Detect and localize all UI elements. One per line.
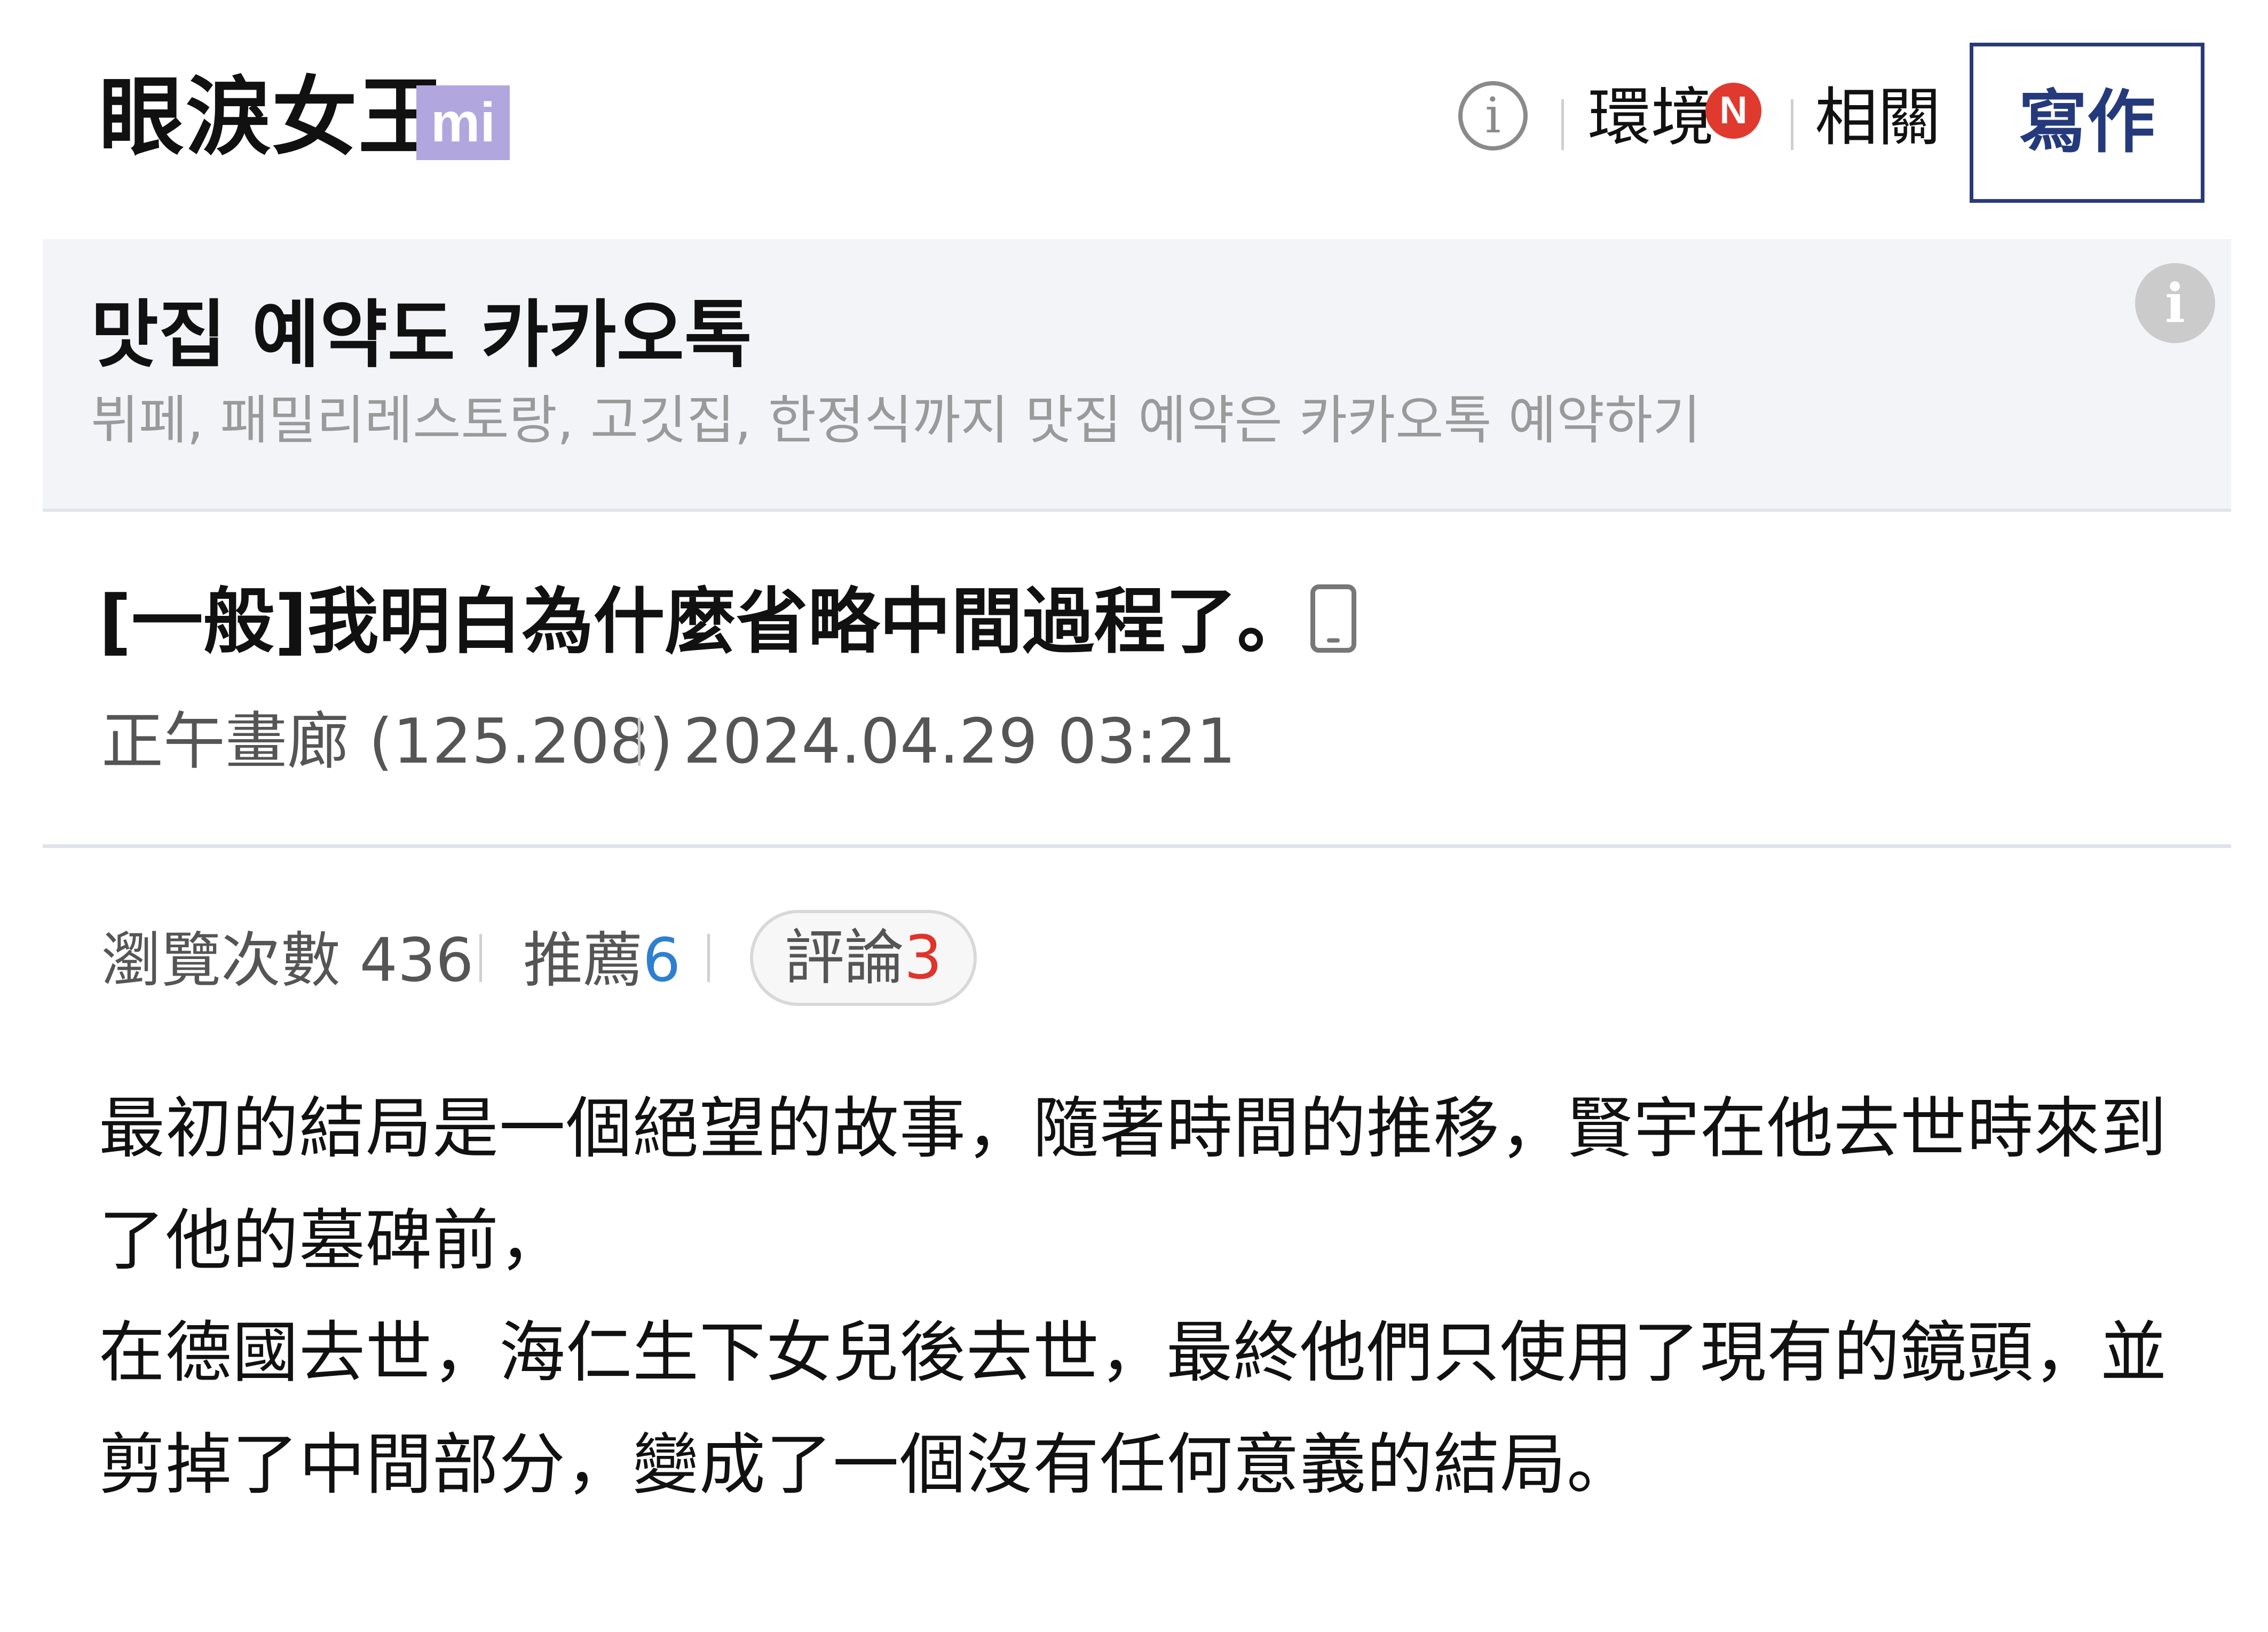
separator xyxy=(1791,99,1793,150)
divider xyxy=(43,844,2231,848)
separator xyxy=(638,718,641,766)
mi-badge: mi xyxy=(416,85,510,160)
recommend-label: 推薦 xyxy=(523,926,643,995)
comments-button[interactable]: 評論3 xyxy=(750,910,977,1006)
recommend-stat: 推薦6 xyxy=(523,918,681,1003)
info-icon[interactable]: i xyxy=(1458,81,1528,150)
ad-subtitle[interactable]: 뷔페, 패밀리레스토랑, 고깃집, 한정식까지 맛집 예약은 카카오톡 예약하기 xyxy=(91,383,1701,458)
ad-title[interactable]: 맛집 예약도 카카오톡 xyxy=(91,287,752,383)
new-badge: N xyxy=(1705,83,1761,139)
post-paragraph: 最初的結局是一個絕望的故事，隨著時間的推移，賢宇在他去世時來到了他的墓碑前， xyxy=(99,1090,2168,1279)
write-button[interactable]: 寫作 xyxy=(1970,43,2204,203)
gallery-header: 眼淚女王 mi i 環境 N 相關 寫作 xyxy=(0,0,2268,235)
environment-link[interactable]: 環境 xyxy=(1588,75,1714,160)
post-datetime: 2024.04.29 03:21 xyxy=(683,706,1236,778)
view-count: 瀏覽次數 436 xyxy=(101,926,474,995)
ad-banner[interactable]: 맛집 예약도 카카오톡 뷔페, 패밀리레스토랑, 고깃집, 한정식까지 맛집 예… xyxy=(43,239,2231,512)
separator xyxy=(707,934,710,982)
post-paragraph: 在德國去世，海仁生下女兒後去世，最終他們只使用了現有的鏡頭，並剪掉了中間部分，變… xyxy=(99,1314,2168,1503)
post-body: 最初的結局是一個絕望的故事，隨著時間的推移，賢宇在他去世時來到了他的墓碑前， 在… xyxy=(99,1073,2191,1521)
related-link[interactable]: 相關 xyxy=(1815,75,1941,160)
recommend-count: 6 xyxy=(643,926,681,995)
comments-label: 評論 xyxy=(784,923,904,993)
separator xyxy=(1561,99,1564,150)
post-title: [一般]我明白為什麼省略中間過程了。 xyxy=(99,580,1309,663)
ad-info-icon[interactable]: i xyxy=(2135,263,2215,343)
gallery-title[interactable]: 眼淚女王 xyxy=(99,64,445,171)
mobile-phone-icon xyxy=(1310,584,1356,653)
post-author[interactable]: 正午畫廊 (125.208) xyxy=(101,699,673,785)
comments-count: 3 xyxy=(904,923,943,993)
separator xyxy=(479,934,482,982)
